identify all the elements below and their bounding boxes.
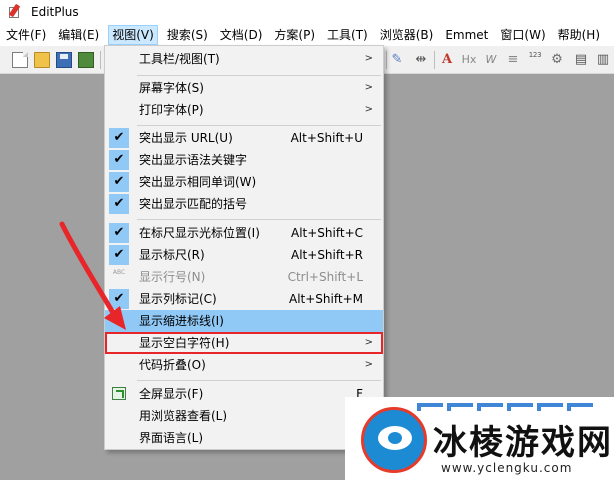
window-title: EditPlus (31, 5, 79, 19)
menu-item-highlight-url[interactable]: ✔ 突出显示 URL(U) Alt+Shift+U (105, 127, 383, 149)
watermark-url: www.yclengku.com (441, 461, 573, 475)
menu-bar: 文件(F) 编辑(E) 视图(V) 搜索(S) 文档(D) 方案(P) 工具(T… (0, 24, 614, 46)
chevron-right-icon: > (364, 82, 373, 93)
menu-view[interactable]: 视图(V) (108, 25, 158, 45)
watermark-title: 冰棱游戏网 (433, 423, 613, 463)
menu-separator (137, 219, 381, 220)
menu-item-highlight-same-word[interactable]: ✔ 突出显示相同单词(W) (105, 171, 383, 193)
checkmark-icon: ✔ (109, 172, 129, 192)
menu-item-show-whitespace[interactable]: 显示空白字符(H) > (105, 332, 383, 354)
watermark: 冰棱游戏网 www.yclengku.com (345, 397, 614, 480)
checkmark-icon: ✔ (109, 194, 129, 214)
chevron-right-icon: > (364, 337, 373, 348)
chevron-right-icon: > (364, 53, 373, 64)
menu-separator (137, 380, 381, 381)
open-folder-icon[interactable] (34, 52, 50, 68)
menu-item-fullscreen[interactable]: 全屏显示(F) F (105, 383, 383, 405)
checkmark-icon: ✔ (109, 223, 129, 243)
menu-item-show-indent-guides[interactable]: 显示缩进标线(I) (105, 310, 383, 332)
menu-item-ruler-cursor-pos[interactable]: ✔ 在标尺显示光标位置(I) Alt+Shift+C (105, 222, 383, 244)
menu-edit[interactable]: 编辑(E) (55, 25, 102, 45)
save-all-icon[interactable] (78, 52, 94, 68)
menu-help[interactable]: 帮助(H) (555, 25, 603, 45)
menu-separator (137, 125, 381, 126)
font-icon[interactable]: A (438, 51, 456, 69)
menu-file[interactable]: 文件(F) (3, 25, 49, 45)
menu-document[interactable]: 文档(D) (217, 25, 266, 45)
menu-separator (137, 75, 381, 76)
window-icon[interactable]: ▥ (594, 51, 612, 69)
checkmark-icon: ✔ (109, 245, 129, 265)
line-number-icon[interactable]: 123 (526, 51, 544, 69)
menu-search[interactable]: 搜索(S) (164, 25, 211, 45)
toolbar-separator (100, 51, 101, 69)
word-wrap-icon[interactable]: ⇹ (412, 51, 430, 69)
checkmark-icon: ✔ (109, 128, 129, 148)
checkmark-icon: ✔ (109, 150, 129, 170)
editplus-app-icon (7, 3, 23, 20)
menu-item-print-font[interactable]: 打印字体(P) > (105, 99, 383, 121)
toolbar-separator (386, 51, 387, 69)
hex-icon[interactable]: Hx (460, 51, 478, 69)
menu-window[interactable]: 窗口(W) (497, 25, 548, 45)
menu-item-interface-language[interactable]: 界面语言(L) (105, 427, 383, 449)
settings-gear-icon[interactable]: ⚙ (548, 51, 566, 69)
menu-item-view-in-browser[interactable]: 用浏览器查看(L) (105, 405, 383, 427)
menu-project[interactable]: 方案(P) (271, 25, 318, 45)
menu-item-show-ruler[interactable]: ✔ 显示标尺(R) Alt+Shift+R (105, 244, 383, 266)
spelling-icon[interactable]: W (482, 51, 500, 69)
menu-browser[interactable]: 浏览器(B) (377, 25, 437, 45)
menu-item-toolbar-view[interactable]: 工具栏/视图(T) > (105, 48, 383, 70)
view-icon[interactable]: ▤ (572, 51, 590, 69)
view-menu-dropdown: 工具栏/视图(T) > 屏幕字体(S) > 打印字体(P) > ✔ 突出显示 U… (104, 45, 384, 450)
menu-emmet[interactable]: Emmet (442, 25, 491, 45)
chevron-right-icon: > (364, 104, 373, 115)
text-case-icon[interactable]: ≡ (504, 51, 522, 69)
watermark-decoration (417, 397, 607, 411)
toolbar-separator (434, 51, 435, 69)
fullscreen-icon (112, 387, 126, 400)
save-icon[interactable] (56, 52, 72, 68)
menu-item-show-column-marker[interactable]: ✔ 显示列标记(C) Alt+Shift+M (105, 288, 383, 310)
menu-item-highlight-brackets[interactable]: ✔ 突出显示匹配的括号 (105, 193, 383, 215)
chevron-right-icon: > (364, 359, 373, 370)
title-bar: EditPlus (0, 0, 614, 24)
watermark-logo (361, 407, 427, 473)
menu-tools[interactable]: 工具(T) (324, 25, 371, 45)
checkmark-icon: ✔ (109, 289, 129, 309)
column-select-icon[interactable]: ✎ (388, 51, 406, 69)
line-number-icon: ABC (112, 269, 126, 276)
menu-item-code-folding[interactable]: 代码折叠(O) > (105, 354, 383, 376)
menu-item-highlight-syntax[interactable]: ✔ 突出显示语法关键字 (105, 149, 383, 171)
menu-item-show-line-numbers[interactable]: ABC 显示行号(N) Ctrl+Shift+L (105, 266, 383, 288)
new-file-icon[interactable] (12, 52, 28, 68)
menu-item-screen-font[interactable]: 屏幕字体(S) > (105, 77, 383, 99)
